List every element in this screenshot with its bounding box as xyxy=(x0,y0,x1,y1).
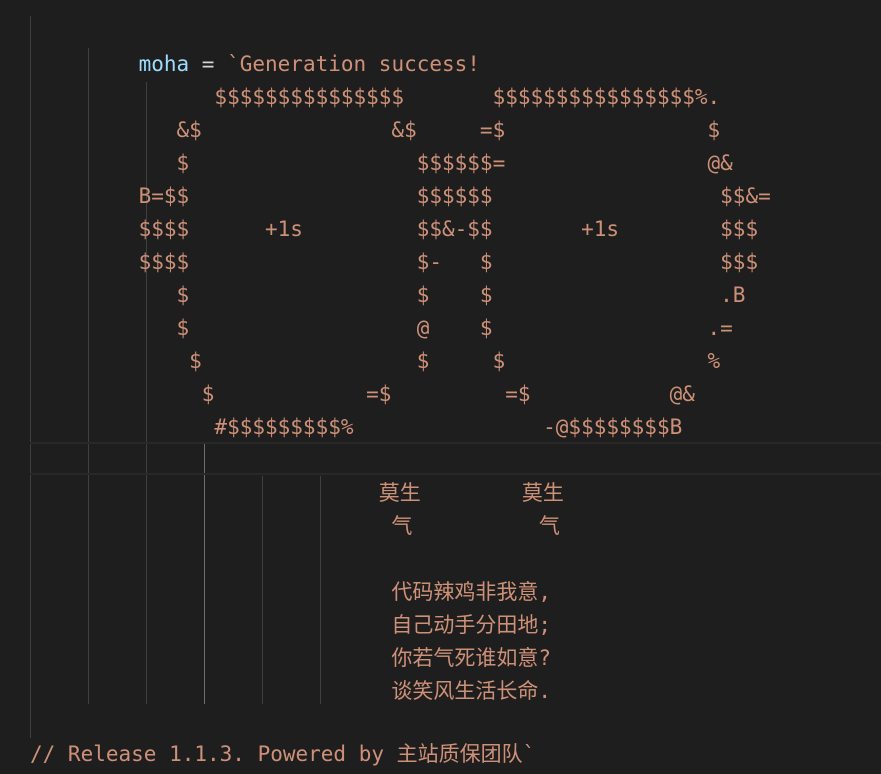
ascii-art-line[interactable]: $ $ $ .B xyxy=(88,279,746,312)
template-string-end[interactable]: // Release 1.1.3. Powered by 主站质保团队` xyxy=(30,738,535,771)
poem-line[interactable]: 代码辣鸡非我意, xyxy=(88,576,551,609)
indent-guide xyxy=(30,16,31,738)
code-editor[interactable]: moha = `Generation success! $$$$$$$$$$$$… xyxy=(0,0,881,774)
assignment-operator: = xyxy=(189,52,228,76)
ascii-art-line[interactable]: $ =$ =$ @& xyxy=(88,378,695,411)
ascii-art-line[interactable]: $ @ $ .= xyxy=(88,312,733,345)
poem-line[interactable]: 谈笑风生活长命. xyxy=(88,675,551,708)
current-line-highlight xyxy=(30,442,881,475)
ascii-art-line[interactable]: #$$$$$$$$$% -@$$$$$$$$B xyxy=(88,411,682,444)
poem-line[interactable]: 莫生 莫生 xyxy=(88,477,564,510)
variable-name: moha xyxy=(138,52,190,76)
ascii-art-line[interactable]: $ $ $ % xyxy=(88,345,720,378)
ascii-art-line[interactable]: $ $$$$$$= @& xyxy=(88,147,733,180)
poem-line[interactable]: 气 气 xyxy=(88,510,559,543)
poem-line[interactable]: 自己动手分田地; xyxy=(88,609,551,642)
ascii-art-line[interactable]: $$$$ $- $ $$$ xyxy=(88,246,759,279)
template-string-start: `Generation success! xyxy=(227,52,480,76)
ascii-art-line[interactable]: $$$$ +1s $$&-$$ +1s $$$ xyxy=(88,213,759,246)
ascii-art-line[interactable]: B=$$ $$$$$$ $$&= xyxy=(88,180,771,213)
poem-line[interactable]: 你若气死谁如意? xyxy=(88,642,551,675)
code-line-assignment[interactable]: moha = `Generation success! xyxy=(88,15,480,76)
ascii-art-line[interactable]: &$ &$ =$ $ xyxy=(88,114,721,147)
ascii-art-line[interactable]: $$$$$$$$$$$$$$$ $$$$$$$$$$$$$$$$%. xyxy=(88,81,720,114)
